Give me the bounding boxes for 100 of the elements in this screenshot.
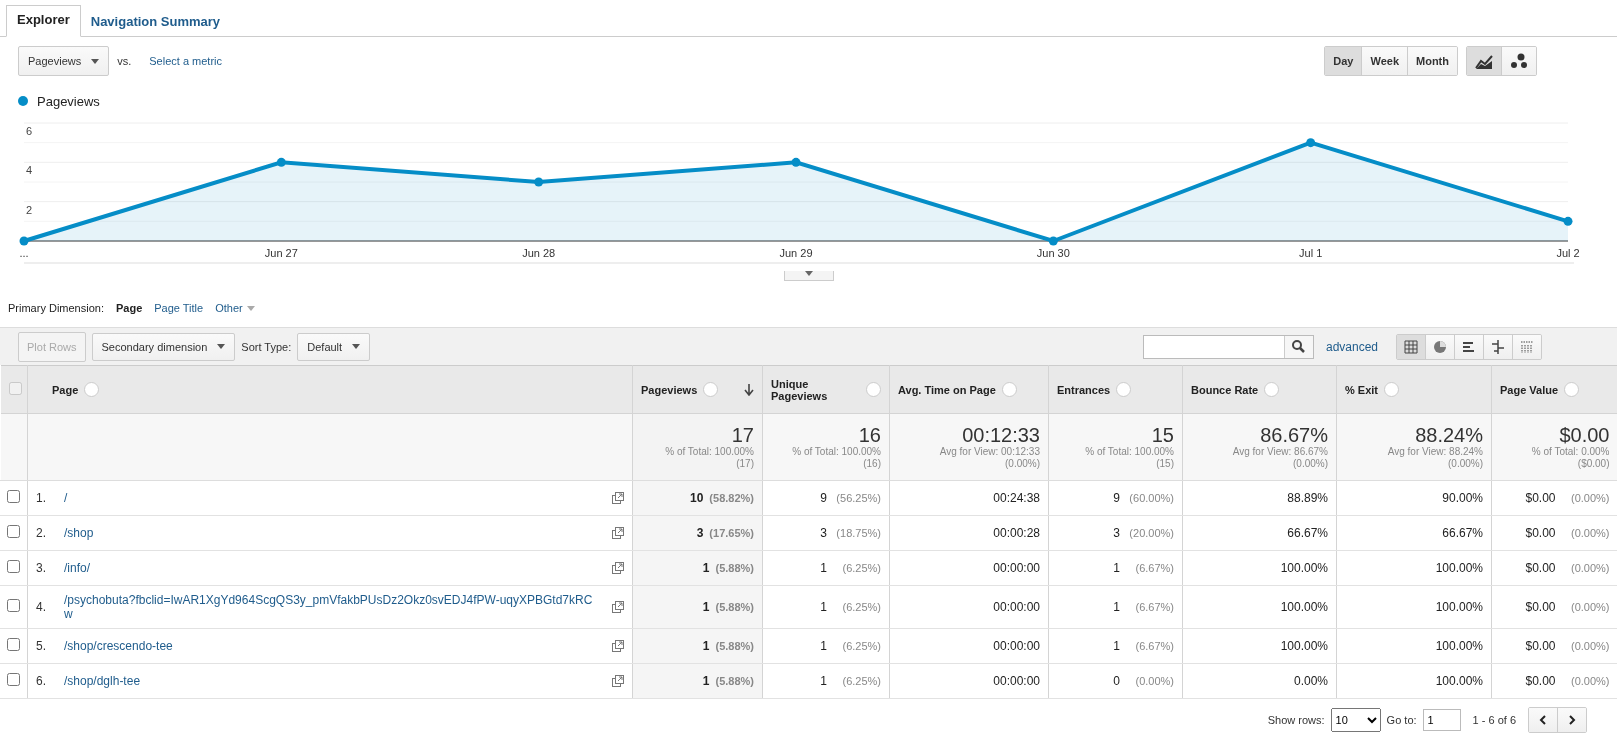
row-checkbox[interactable]: [7, 560, 20, 573]
row-number: 2.: [36, 526, 47, 540]
column-header-cell[interactable]: Pageviews: [632, 365, 763, 414]
bars-icon: [1462, 339, 1476, 354]
external-link-icon[interactable]: [612, 492, 624, 504]
help-icon: [1384, 382, 1399, 397]
total-subtext: (15): [1155, 458, 1174, 470]
collapse-handle[interactable]: [784, 271, 834, 281]
pivot-icon: [1520, 339, 1534, 354]
help-icon: [1564, 382, 1580, 397]
page-link[interactable]: /shop/crescendo-tee: [64, 639, 600, 653]
column-header[interactable]: Unique Pageviews: [771, 377, 860, 402]
view-button[interactable]: [1425, 334, 1454, 359]
column-header-cell[interactable]: Page Value: [1491, 365, 1617, 414]
advanced-link[interactable]: advanced: [1325, 339, 1378, 354]
column-header[interactable]: Page: [52, 383, 79, 396]
bubbles-icon: [1510, 53, 1528, 69]
go-to-field[interactable]: 1: [1422, 709, 1461, 731]
period-button[interactable]: Week: [1361, 47, 1407, 75]
sort-type-dropdown[interactable]: Default: [297, 332, 371, 361]
axis-tick-label: Jun 28: [522, 247, 556, 259]
chart-type-button[interactable]: [1501, 47, 1536, 75]
period-button[interactable]: Month: [1407, 47, 1457, 75]
column-header-cell[interactable]: Avg. Time on Page: [889, 365, 1049, 414]
page-link[interactable]: /shop: [64, 526, 600, 540]
percent-of-total: (6.25%): [841, 640, 881, 652]
row-checkbox[interactable]: [7, 599, 20, 612]
previous-page-button[interactable]: [1529, 708, 1557, 732]
show-rows-dropdown[interactable]: 10: [1330, 708, 1381, 732]
percent-of-total: (5.88%): [715, 640, 754, 652]
view-button[interactable]: [1454, 334, 1483, 359]
percent-of-total: (0.00%): [1569, 601, 1610, 613]
view-button[interactable]: [1397, 334, 1425, 359]
next-page-button[interactable]: [1557, 708, 1586, 732]
column-header[interactable]: Bounce Rate: [1191, 383, 1259, 396]
page-link[interactable]: /shop/dglh-tee: [64, 674, 600, 688]
row-checkbox[interactable]: [7, 638, 20, 651]
column-header[interactable]: % Exit: [1345, 383, 1378, 396]
percent-of-total: (6.67%): [1134, 601, 1174, 613]
search-field[interactable]: [1142, 334, 1314, 359]
row-number: 1.: [36, 491, 47, 505]
page-link[interactable]: /info/: [64, 561, 600, 575]
row-number: 6.: [36, 674, 47, 688]
percent-of-total: (56.25%): [835, 492, 881, 504]
vs-label: vs.: [117, 55, 132, 67]
period-button[interactable]: Day: [1325, 47, 1362, 75]
axis-tick-label: 2: [26, 203, 33, 216]
chart-type-button[interactable]: [1467, 47, 1501, 75]
external-link-icon[interactable]: [612, 562, 624, 574]
table-cell: 1: [702, 674, 710, 688]
table-cell: 00:00:28: [993, 526, 1040, 540]
help-icon: [84, 382, 100, 397]
axis-tick-label: Jun 30: [1036, 247, 1070, 259]
row-number: 5.: [36, 639, 47, 653]
table-cell: 0: [1113, 674, 1120, 688]
external-link-icon[interactable]: [612, 640, 624, 652]
table-cell: 90.00%: [1442, 491, 1483, 505]
page-link[interactable]: /psychobuta?fbclid=IwAR1XgYd964ScgQS3y_pmVfakbPUsDz2Okz0svEDJ4fPW-uqyXPBGtd7kRCw: [64, 593, 600, 621]
table-cell: 3: [696, 526, 704, 540]
percent-of-total: (6.67%): [1134, 640, 1174, 652]
external-link-icon[interactable]: [612, 601, 624, 613]
table-cell: 00:00:00: [993, 600, 1040, 614]
axis-tick-label: ...: [19, 247, 29, 259]
table-cell: 1: [702, 561, 710, 575]
total-subtext: (0.00%): [1292, 458, 1328, 470]
column-header-cell[interactable]: % Exit: [1336, 365, 1492, 414]
axis-tick-label: Jun 29: [779, 247, 813, 259]
row-checkbox[interactable]: [7, 525, 20, 538]
dimension-option[interactable]: Page: [115, 302, 143, 314]
select-metric-link[interactable]: Select a metric: [149, 55, 222, 67]
total-value: 17: [730, 424, 754, 446]
tab[interactable]: Explorer: [6, 5, 81, 37]
dimension-option[interactable]: Page Title: [154, 302, 204, 314]
column-header-cell[interactable]: Unique Pageviews: [762, 365, 890, 414]
table-cell: 100.00%: [1280, 600, 1328, 614]
row-checkbox[interactable]: [7, 673, 20, 686]
axis-tick-label: 6: [26, 125, 33, 137]
column-header[interactable]: Pageviews: [641, 383, 698, 396]
dimension-option[interactable]: Other: [215, 302, 255, 314]
row-number: 4.: [36, 600, 47, 614]
chevron-left-icon: [1539, 715, 1547, 725]
data-point: [791, 157, 801, 167]
percent-of-total: (18.75%): [835, 527, 881, 539]
column-header-cell[interactable]: Page: [27, 365, 633, 414]
total-subtext: % of Total: 100.00%: [664, 446, 754, 458]
column-header[interactable]: Page Value: [1500, 383, 1559, 396]
row-checkbox[interactable]: [7, 490, 20, 503]
metric-dropdown[interactable]: Pageviews: [18, 46, 110, 76]
page-link[interactable]: /: [64, 491, 600, 505]
column-header[interactable]: Entrances: [1057, 383, 1111, 396]
go-to-label: Go to:: [1386, 714, 1417, 726]
grid-icon: [1404, 339, 1418, 354]
table-cell: $0.00: [1525, 561, 1556, 575]
column-header-cell[interactable]: Entrances: [1048, 365, 1183, 414]
column-header[interactable]: Avg. Time on Page: [898, 383, 996, 396]
external-link-icon[interactable]: [612, 527, 624, 539]
secondary-dimension-dropdown[interactable]: Secondary dimension: [91, 332, 236, 361]
external-link-icon[interactable]: [612, 675, 624, 687]
column-header-cell[interactable]: Bounce Rate: [1182, 365, 1337, 414]
view-button[interactable]: [1483, 334, 1512, 359]
